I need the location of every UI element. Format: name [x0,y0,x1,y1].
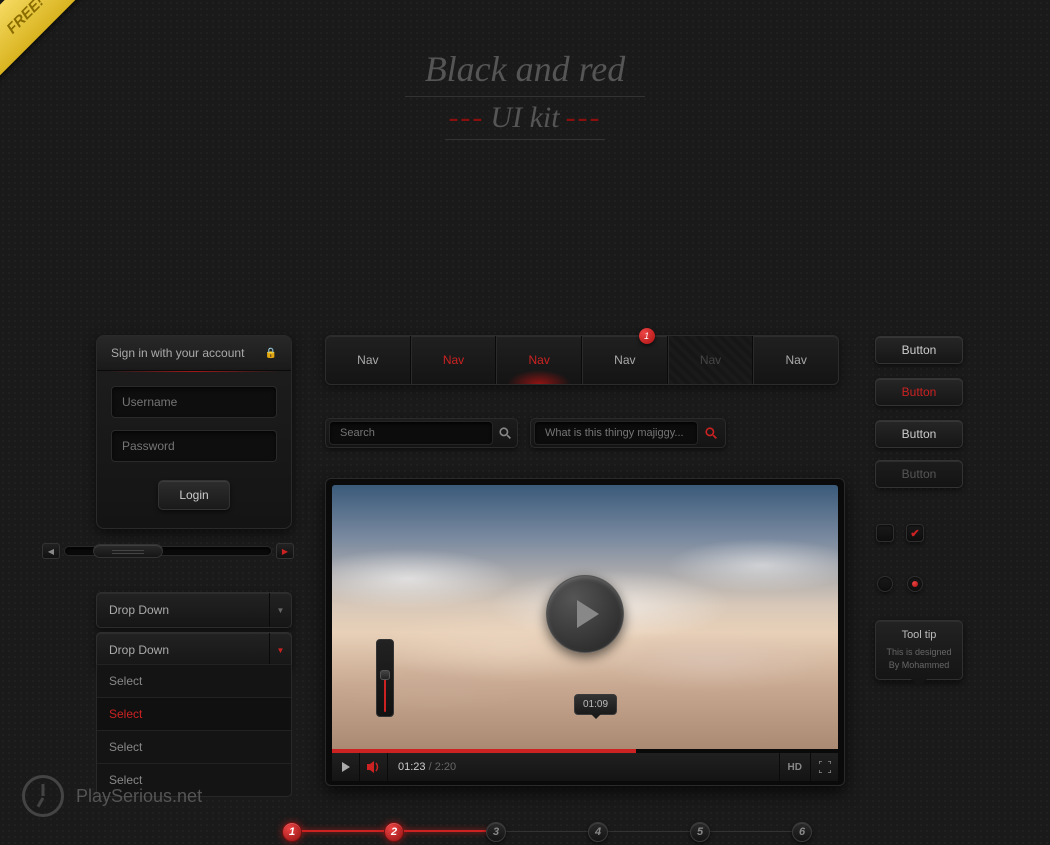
logo-icon [22,775,64,817]
search-bar-2 [530,418,726,448]
title-line1: Black and red [0,48,1050,90]
step-progress: 1 2 3 4 5 6 [282,822,812,842]
slider-arrow-right-icon[interactable]: ▶ [276,543,294,559]
button-4-disabled: Button [875,460,963,488]
play-icon[interactable] [332,753,360,781]
nav-label: Nav [614,353,635,367]
search-bar [325,418,518,448]
tooltip: Tool tip This is designedBy Mohammed [875,620,963,680]
dropdown-option[interactable]: Select [97,697,291,730]
seek-tooltip: 01:09 [574,694,617,715]
caret-down-icon: ▼ [277,646,285,655]
fullscreen-icon[interactable] [810,753,838,781]
button-1[interactable]: Button [875,336,963,364]
hd-toggle[interactable]: HD [779,753,810,781]
nav-item[interactable]: Nav [326,336,411,384]
slider-arrow-left-icon[interactable]: ◀ [42,543,60,559]
footer-brand: PlaySerious.net [76,786,202,807]
video-time: 01:23 / 2:20 [388,761,466,773]
tooltip-body: This is designedBy Mohammed [884,646,954,671]
search-button[interactable] [496,421,514,445]
search-input[interactable] [329,421,493,445]
button-3[interactable]: Button [875,420,963,448]
play-button[interactable] [546,575,624,653]
search-icon [705,427,718,440]
checkbox-checked[interactable]: ✔ [906,524,924,542]
nav-item-active[interactable]: Nav [496,336,582,384]
checkbox-unchecked[interactable] [876,524,894,542]
search-icon [499,427,512,440]
login-button[interactable]: Login [158,480,229,510]
password-field[interactable] [111,430,277,462]
login-panel: Sign in with your account 🔒 Login [96,335,292,529]
dropdown-2-label: Drop Down [109,643,169,657]
dropdown-option[interactable]: Select [97,664,291,697]
step-1[interactable]: 1 [282,822,302,842]
volume-slider[interactable] [376,639,394,717]
nav-item-disabled: Nav [668,336,754,384]
search-button-2[interactable] [701,421,722,445]
step-6[interactable]: 6 [792,822,812,842]
dropdown-option[interactable]: Select [97,730,291,763]
slider-track[interactable] [64,546,272,556]
slider-thumb[interactable] [93,544,163,558]
volume-icon[interactable] [360,753,388,781]
radio-off[interactable] [877,576,893,592]
title-line2: ---UI kit--- [0,101,1050,135]
step-2[interactable]: 2 [384,822,404,842]
notification-badge: 1 [639,328,655,344]
button-2[interactable]: Button [875,378,963,406]
page-title: Black and red ---UI kit--- [0,0,1050,140]
footer: PlaySerious.net [22,775,202,817]
step-4[interactable]: 4 [588,822,608,842]
dropdown-1[interactable]: Drop Down ▼ [96,592,292,628]
caret-down-icon: ▼ [277,606,285,615]
video-screen[interactable]: 01:09 [332,485,838,753]
username-field[interactable] [111,386,277,418]
nav-item[interactable]: Nav 1 [582,336,668,384]
search-input-2[interactable] [534,421,698,445]
radio-on[interactable] [907,576,923,592]
login-heading: Sign in with your account [111,346,244,360]
step-3[interactable]: 3 [486,822,506,842]
nav-item[interactable]: Nav [753,336,838,384]
video-controls: 01:23 / 2:20 HD [332,753,838,781]
horizontal-slider: ◀ ▶ [42,540,294,562]
tooltip-title: Tool tip [884,629,954,641]
video-player: 01:09 01:23 / 2:20 HD [325,478,845,786]
dropdown-2[interactable]: Drop Down ▼ [96,632,292,668]
dropdown-1-label: Drop Down [109,603,169,617]
lock-icon: 🔒 [265,348,277,359]
nav-item-hover[interactable]: Nav [411,336,497,384]
nav-bar: Nav Nav Nav Nav 1 Nav Nav [325,335,839,385]
step-5[interactable]: 5 [690,822,710,842]
